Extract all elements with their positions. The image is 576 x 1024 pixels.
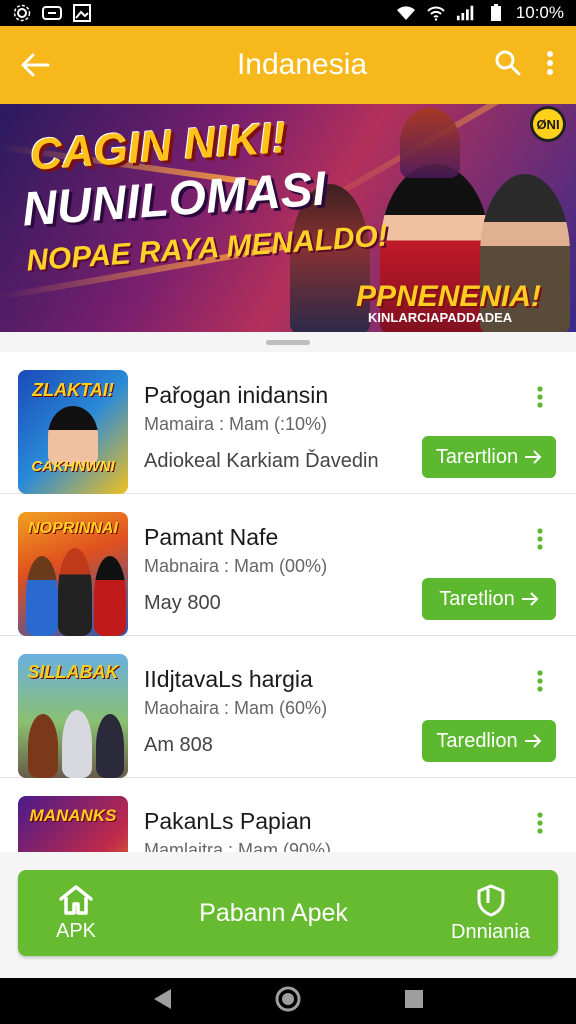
- app-name: Pařogan inidansin: [144, 382, 329, 408]
- download-button[interactable]: Taredlion: [422, 720, 556, 762]
- app-detail: Am 808: [144, 734, 213, 756]
- more-vertical-icon: [547, 50, 553, 75]
- download-button[interactable]: Taretlion: [422, 578, 556, 620]
- item-more-button[interactable]: [528, 810, 552, 836]
- app-list-sheet[interactable]: ZLAKTAI! CAKHNWNI Pařogan inidansin Mama…: [0, 332, 576, 852]
- app-meta: Maohaira : Mam (60%): [144, 698, 328, 718]
- main-action-label: Pabann Apek: [199, 898, 348, 927]
- nav-home-button[interactable]: [274, 985, 302, 1018]
- app-meta: Mabnaira : Mam (00%): [144, 556, 328, 576]
- shield-icon: [477, 884, 504, 916]
- battery-icon: [486, 4, 506, 22]
- list-item[interactable]: NOPRINNAI Pamant Nafe Mabnaira : Mam (00…: [0, 494, 576, 636]
- app-thumbnail: NOPRINNAI: [18, 512, 128, 636]
- apk-action[interactable]: APK: [56, 884, 96, 943]
- item-more-button[interactable]: [528, 526, 552, 552]
- nav-recents-button[interactable]: [403, 988, 425, 1015]
- app-list: ZLAKTAI! CAKHNWNI Pařogan inidansin Mama…: [0, 352, 576, 852]
- app-detail: Adiokeal Karkiam Ďavedin: [144, 450, 379, 472]
- main-action-button[interactable]: APK Pabann Apek Dnniania: [18, 870, 558, 956]
- item-more-button[interactable]: [528, 668, 552, 694]
- search-button[interactable]: [494, 49, 522, 82]
- sheet-drag-handle[interactable]: [266, 340, 310, 345]
- more-vertical-icon: [537, 528, 543, 550]
- home-icon: [59, 884, 93, 915]
- list-item[interactable]: SILLABAK IIdjtavaLs hargia Maohaira : Ma…: [0, 636, 576, 778]
- download-action[interactable]: Dnniania: [451, 883, 530, 944]
- app-bar: Indanesia: [0, 26, 576, 104]
- app-name: Pamant Nafe: [144, 524, 279, 550]
- circle-home-icon: [275, 986, 301, 1011]
- page-title: Indanesia: [236, 48, 368, 81]
- banner-character: [400, 108, 460, 178]
- list-item[interactable]: MANANKS PakanLs Papian Mamlaitra : Mam (…: [0, 778, 576, 852]
- download-button[interactable]: Tarertlion: [422, 436, 556, 478]
- banner-tag-sub: KINLARCIAPADDADEA: [368, 310, 513, 325]
- search-icon: [495, 50, 521, 75]
- app-meta: Mamaira : Mam (:10%): [144, 414, 328, 434]
- overflow-menu-button[interactable]: [546, 50, 554, 81]
- arrow-left-icon: [21, 53, 50, 77]
- app-detail: May 800: [144, 592, 221, 614]
- app-name: IIdjtavaLs hargia: [144, 666, 313, 692]
- more-vertical-icon: [537, 670, 543, 692]
- arrow-right-icon: [525, 450, 542, 464]
- app-name: PakanLs Papian: [144, 808, 312, 834]
- promo-banner[interactable]: CAGIN NIKI! NUNILOMASI NOPAE RAYA MENALD…: [0, 104, 576, 332]
- status-time: 10:0%: [515, 3, 564, 22]
- app-thumbnail: ZLAKTAI! CAKHNWNI: [18, 370, 128, 494]
- triangle-back-icon: [153, 988, 171, 1009]
- signal-icon: [456, 4, 476, 22]
- wifi-icon: [396, 4, 416, 22]
- list-item[interactable]: ZLAKTAI! CAKHNWNI Pařogan inidansin Mama…: [0, 352, 576, 494]
- image-icon: [72, 4, 92, 22]
- more-vertical-icon: [537, 812, 543, 834]
- wifi-alt-icon: [426, 4, 446, 22]
- settings-icon: [12, 4, 32, 22]
- more-vertical-icon: [537, 386, 543, 408]
- app-meta: Mamlaitra : Mam (90%): [144, 840, 332, 852]
- square-recents-icon: [405, 989, 424, 1008]
- nav-back-button[interactable]: [151, 987, 173, 1016]
- banner-badge: ØNI: [530, 106, 566, 142]
- app-thumbnail: MANANKS: [18, 796, 128, 852]
- app-thumbnail: SILLABAK: [18, 654, 128, 778]
- system-nav-bar: [0, 978, 576, 1024]
- bottom-action-area: APK Pabann Apek Dnniania: [0, 852, 576, 978]
- arrow-right-icon: [521, 592, 539, 606]
- item-more-button[interactable]: [528, 384, 552, 410]
- arrow-right-icon: [524, 734, 541, 748]
- banner-tag: PPNENENIA!: [356, 280, 542, 313]
- back-button[interactable]: [0, 26, 70, 104]
- link-icon: [42, 4, 62, 22]
- status-bar: 10:0%: [0, 0, 576, 26]
